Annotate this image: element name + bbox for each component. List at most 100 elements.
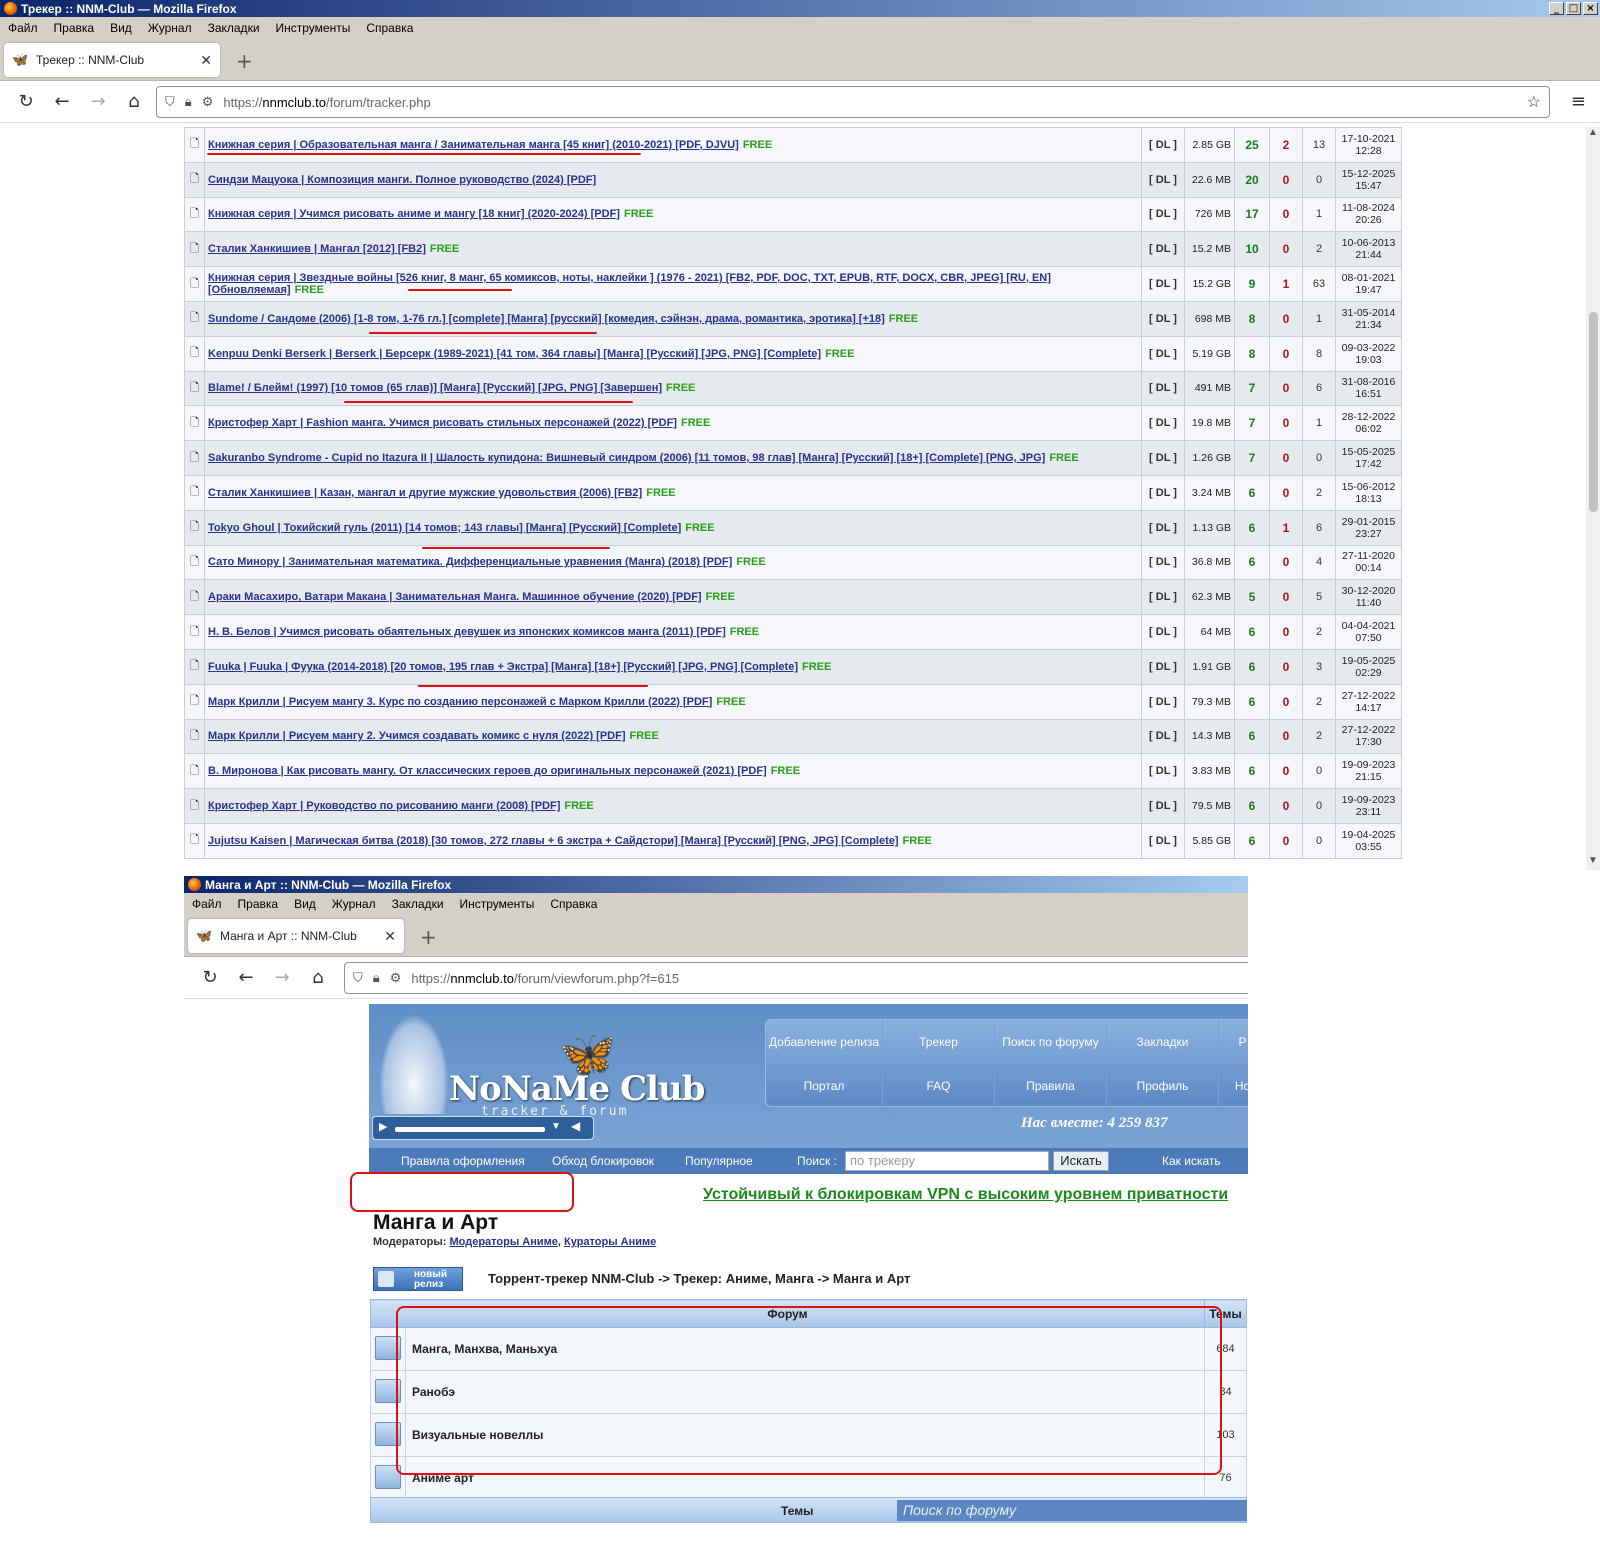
close-tab-icon[interactable]: ✕	[200, 52, 212, 69]
download-link[interactable]: [ DL ]	[1141, 822, 1185, 859]
torrent-link[interactable]: Fuuka | Fuuka | Фуука (2014-2018) [20 то…	[208, 661, 798, 673]
menu-item[interactable]: Правка	[238, 897, 279, 911]
torrent-link[interactable]: Араки Масахиро, Ватари Макана | Занимате…	[208, 591, 702, 603]
download-link[interactable]: [ DL ]	[1141, 544, 1185, 581]
torrent-link[interactable]: Книжная серия | Учимся рисовать аниме и …	[208, 208, 620, 220]
forum-search-input[interactable]: Поиск по форуму	[897, 1500, 1247, 1521]
menu-item[interactable]: Журнал	[148, 21, 192, 35]
vpn-ad-link[interactable]: Устойчивый к блокировкам VPN с высоким у…	[703, 1186, 1228, 1204]
menu-item[interactable]: Файл	[8, 21, 38, 35]
curators-link[interactable]: Кураторы Аниме	[564, 1236, 656, 1248]
download-link[interactable]: [ DL ]	[1141, 266, 1185, 302]
nav-more-top[interactable]: Р	[1219, 1020, 1248, 1064]
download-link[interactable]: [ DL ]	[1141, 579, 1185, 616]
torrent-link[interactable]: Кристофер Харт | Руководство по рисовани…	[208, 800, 560, 812]
home-icon[interactable]: ⌂	[116, 91, 152, 112]
download-link[interactable]: [ DL ]	[1141, 370, 1185, 407]
menu-item[interactable]: Вид	[110, 21, 132, 35]
new-release-button[interactable]: новый релиз	[373, 1267, 463, 1291]
menu-item[interactable]: Справка	[366, 21, 413, 35]
torrent-link[interactable]: Сталик Ханкишиев | Казан, мангал и други…	[208, 487, 642, 499]
reload-icon[interactable]: ↻	[192, 967, 228, 988]
app-menu-icon[interactable]: ≡	[1571, 91, 1586, 112]
nav-forum-search[interactable]: Поиск по форуму	[995, 1020, 1107, 1064]
volume-icon[interactable]: ◀	[571, 1119, 580, 1133]
link-format-rules[interactable]: Правила оформления	[401, 1154, 525, 1168]
shield-icon[interactable]: ⛉	[353, 970, 363, 986]
torrent-link[interactable]: Sakuranbo Syndrome - Cupid no Itazura II…	[208, 452, 1045, 464]
new-tab-button[interactable]: +	[420, 925, 437, 949]
torrent-link[interactable]: Sundome / Сандоме (2006) [1-8 том, 1-76 …	[208, 313, 885, 325]
torrent-link[interactable]: Kenpuu Denki Berserk | Berserk | Берсерк…	[208, 348, 821, 360]
menu-item[interactable]: Правка	[54, 21, 95, 35]
menu-item[interactable]: Закладки	[208, 21, 260, 35]
download-link[interactable]: [ DL ]	[1141, 196, 1185, 233]
nav-rules[interactable]: Правила	[995, 1064, 1107, 1107]
scroll-up-icon[interactable]: ▲	[1588, 127, 1598, 138]
forward-icon[interactable]: →	[80, 91, 116, 112]
menu-item[interactable]: Инструменты	[276, 21, 351, 35]
search-button[interactable]: Искать	[1053, 1151, 1109, 1171]
new-tab-button[interactable]: +	[236, 49, 253, 73]
torrent-link[interactable]: Blame! / Блейм! (1997) [10 томов (65 гла…	[208, 382, 662, 394]
permissions-icon[interactable]: ⚙	[202, 94, 214, 110]
tracker-search-input[interactable]: по трекеру	[845, 1151, 1049, 1171]
player-progress[interactable]	[395, 1127, 545, 1132]
url-bar[interactable]: ⛉ 🔒︎ ⚙ https://nnmclub.to/forum/viewforu…	[344, 962, 1248, 994]
home-icon[interactable]: ⌂	[300, 967, 336, 988]
torrent-link[interactable]: Кристофер Харт | Fashion манга. Учимся р…	[208, 417, 677, 429]
tab-tracker[interactable]: 🦋 Трекер :: NNM-Club ✕	[4, 43, 220, 77]
torrent-link[interactable]: Марк Крилли | Рисуем мангу 2. Учимся соз…	[208, 730, 626, 742]
reload-icon[interactable]: ↻	[8, 91, 44, 112]
site-logo[interactable]: NoNaMe Club	[449, 1069, 705, 1109]
menu-item[interactable]: Файл	[192, 897, 222, 911]
close-tab-icon[interactable]: ✕	[384, 928, 396, 945]
download-link[interactable]: [ DL ]	[1141, 718, 1185, 755]
audio-player[interactable]: ▶ ▼ ◀	[372, 1116, 594, 1140]
download-link[interactable]: [ DL ]	[1141, 788, 1185, 824]
nav-faq[interactable]: FAQ	[883, 1064, 995, 1107]
forward-icon[interactable]: →	[264, 967, 300, 988]
download-link[interactable]: [ DL ]	[1141, 440, 1185, 476]
breadcrumb[interactable]: Торрент-трекер NNM-Club -> Трекер: Аниме…	[488, 1271, 910, 1286]
nav-tracker[interactable]: Трекер	[883, 1020, 995, 1064]
torrent-link[interactable]: Tokyo Ghoul | Токийский гуль (2011) [14 …	[208, 522, 681, 534]
download-link[interactable]: [ DL ]	[1141, 405, 1185, 442]
torrent-link[interactable]: Книжная серия | Образовательная манга / …	[208, 139, 739, 151]
nav-bookmarks[interactable]: Закладки	[1107, 1020, 1219, 1064]
shield-icon[interactable]: ⛉	[165, 94, 175, 110]
link-bypass-blocking[interactable]: Обход блокировок	[552, 1154, 654, 1168]
download-link[interactable]: [ DL ]	[1141, 335, 1185, 372]
torrent-link[interactable]: Книжная серия | Звездные войны [526 книг…	[208, 272, 1051, 296]
torrent-link[interactable]: В. Миронова | Как рисовать мангу. От кла…	[208, 765, 767, 777]
lock-icon[interactable]: 🔒︎	[185, 94, 192, 110]
chevron-down-icon[interactable]: ▼	[551, 1121, 561, 1132]
download-link[interactable]: [ DL ]	[1141, 127, 1185, 163]
url-bar[interactable]: ⛉ 🔒︎ ⚙ https://nnmclub.to/forum/tracker.…	[156, 86, 1550, 118]
torrent-link[interactable]: Синдзи Мацуока | Композиция манги. Полно…	[208, 174, 596, 186]
torrent-link[interactable]: Марк Крилли | Рисуем мангу 3. Курс по со…	[208, 696, 712, 708]
download-link[interactable]: [ DL ]	[1141, 161, 1185, 198]
menu-item[interactable]: Вид	[294, 897, 316, 911]
lock-icon[interactable]: 🔒︎	[373, 970, 380, 986]
minimize-button[interactable]: _	[1549, 2, 1564, 15]
scrollbar[interactable]: ▲ ▼	[1586, 127, 1600, 870]
nav-portal[interactable]: Портал	[766, 1064, 883, 1107]
link-how-to-search[interactable]: Как искать	[1162, 1154, 1221, 1168]
link-popular[interactable]: Популярное	[685, 1154, 753, 1168]
moderators-link[interactable]: Модераторы Аниме	[449, 1236, 557, 1248]
download-link[interactable]: [ DL ]	[1141, 753, 1185, 790]
play-icon[interactable]: ▶	[379, 1120, 387, 1133]
torrent-link[interactable]: Сталик Ханкишиев | Мангал [2012] [FB2]	[208, 243, 426, 255]
download-link[interactable]: [ DL ]	[1141, 683, 1185, 720]
nav-add-release[interactable]: Добавление релиза	[766, 1020, 883, 1064]
download-link[interactable]: [ DL ]	[1141, 509, 1185, 546]
nav-more-bottom[interactable]: Но	[1219, 1064, 1248, 1107]
bookmark-star-icon[interactable]: ☆	[1527, 92, 1541, 112]
menu-item[interactable]: Журнал	[332, 897, 376, 911]
permissions-icon[interactable]: ⚙	[390, 970, 402, 986]
back-icon[interactable]: ←	[228, 967, 264, 988]
download-link[interactable]: [ DL ]	[1141, 648, 1185, 685]
torrent-link[interactable]: Jujutsu Kaisen | Магическая битва (2018)…	[208, 835, 899, 847]
nav-profile[interactable]: Профиль	[1107, 1064, 1219, 1107]
